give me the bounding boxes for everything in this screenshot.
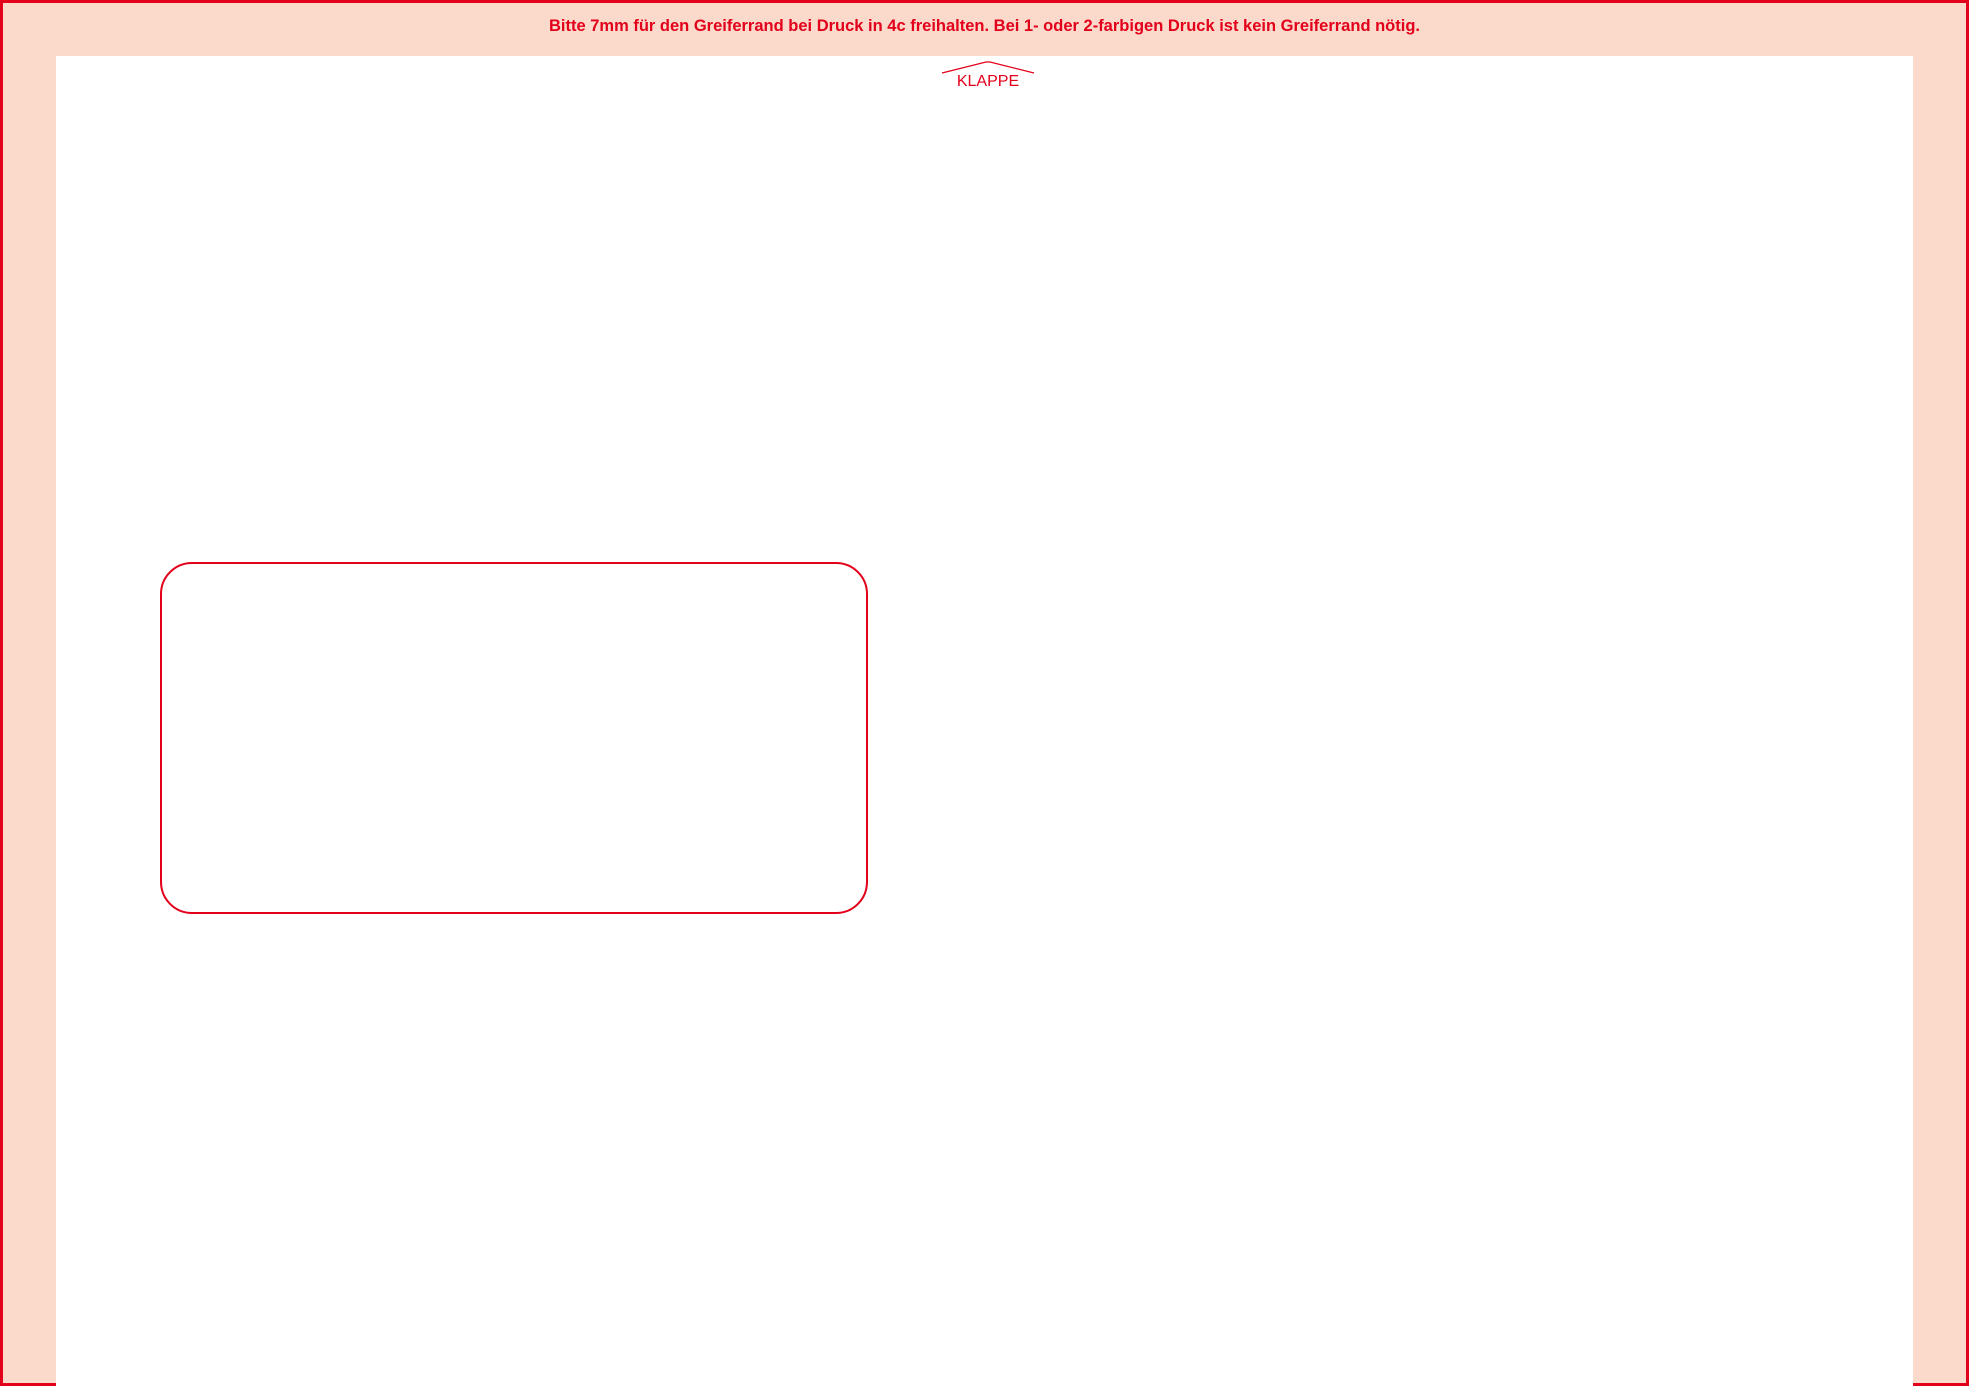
address-window-outline [160, 562, 868, 914]
flap-marker: KLAPPE [940, 59, 1036, 99]
flap-label: KLAPPE [956, 73, 1020, 90]
envelope-template-sheet: Bitte 7mm für den Greiferrand bei Druck … [0, 0, 1969, 1389]
gripper-margin-note: Bitte 7mm für den Greiferrand bei Druck … [548, 17, 1421, 35]
